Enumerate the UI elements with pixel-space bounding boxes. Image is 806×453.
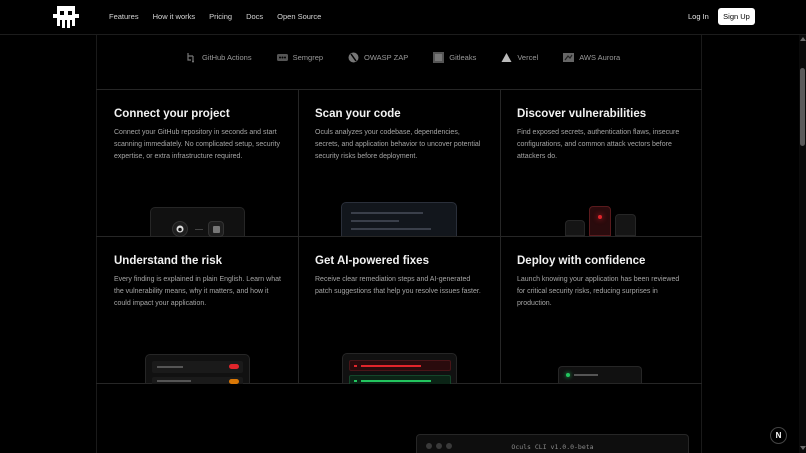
integration-label: Gitleaks: [449, 53, 477, 62]
main-nav: Features How it works Pricing Docs Open …: [109, 12, 321, 21]
fix-illustration: [342, 353, 457, 384]
nextjs-badge[interactable]: N: [770, 427, 787, 444]
owasp-zap-icon: [348, 52, 359, 63]
vulnerability-illustration: [565, 206, 637, 236]
project-box: [208, 221, 224, 237]
nav-docs[interactable]: Docs: [246, 12, 263, 21]
feature-description: Every finding is explained in plain Engl…: [114, 276, 281, 307]
integration-aws-aurora: AWS Aurora: [563, 52, 620, 63]
feature-description: Oculs analyzes your codebase, dependenci…: [315, 129, 481, 160]
integration-owasp-zap: OWASP ZAP: [348, 52, 408, 63]
feature-title: Get AI-powered fixes: [315, 255, 429, 267]
grid-line: [96, 89, 702, 90]
integration-vercel: Vercel: [501, 52, 538, 63]
feature-description: Find exposed secrets, authentication fla…: [517, 129, 680, 160]
integrations-row: GitHub Actions Semgrep OWASP ZAP Gitleak…: [186, 52, 645, 63]
integration-label: OWASP ZAP: [364, 53, 409, 62]
terminal-title: Oculs CLI v1.0.0-beta: [511, 443, 594, 451]
nav-open-source[interactable]: Open Source: [277, 12, 321, 21]
feature-title: Connect your project: [114, 108, 230, 120]
login-link[interactable]: Log In: [688, 12, 709, 21]
github-actions-icon: [187, 53, 194, 63]
feature-description: Receive clear remediation steps and AI-g…: [315, 276, 481, 295]
feature-title: Discover vulnerabilities: [517, 108, 647, 120]
semgrep-icon: [276, 54, 288, 61]
feature-description: Connect your GitHub repository in second…: [114, 129, 281, 160]
feature-title: Scan your code: [315, 108, 401, 120]
nav-pricing[interactable]: Pricing: [209, 12, 232, 21]
scroll-thumb[interactable]: [800, 68, 805, 146]
signup-button[interactable]: Sign Up: [718, 8, 755, 25]
grid-line: [96, 35, 97, 453]
cli-terminal: Oculs CLI v1.0.0-beta: [416, 434, 689, 453]
site-header: Features How it works Pricing Docs Open …: [0, 0, 806, 35]
connect-illustration: [150, 207, 245, 237]
integration-label: AWS Aurora: [579, 53, 621, 62]
integration-label: Vercel: [517, 53, 539, 62]
integration-semgrep: Semgrep: [276, 52, 324, 63]
scan-illustration: [341, 202, 457, 236]
grid-line: [96, 236, 702, 237]
page-scrollbar[interactable]: [799, 35, 806, 453]
risk-illustration: [145, 354, 250, 384]
integration-label: Semgrep: [292, 53, 324, 62]
nav-how-it-works[interactable]: How it works: [153, 12, 196, 21]
status-dot-icon: [566, 373, 570, 377]
feature-description: Launch knowing your application has been…: [517, 276, 680, 307]
alert-icon: [589, 206, 611, 236]
integration-label: GitHub Actions: [202, 53, 252, 62]
gitleaks-icon: [433, 52, 445, 63]
nav-features[interactable]: Features: [109, 12, 139, 21]
grid-line: [701, 35, 702, 453]
vercel-icon: [501, 53, 512, 62]
scroll-up-icon[interactable]: [800, 37, 806, 41]
scroll-down-icon[interactable]: [800, 446, 806, 450]
logo-icon[interactable]: [53, 6, 79, 28]
feature-title: Understand the risk: [114, 255, 222, 267]
connector-line: [195, 229, 203, 230]
github-icon: [172, 221, 188, 237]
integration-github-actions: GitHub Actions: [186, 52, 252, 63]
aws-aurora-icon: [563, 53, 575, 62]
integration-gitleaks: Gitleaks: [433, 52, 476, 63]
deploy-illustration: [558, 366, 642, 383]
feature-title: Deploy with confidence: [517, 255, 646, 267]
